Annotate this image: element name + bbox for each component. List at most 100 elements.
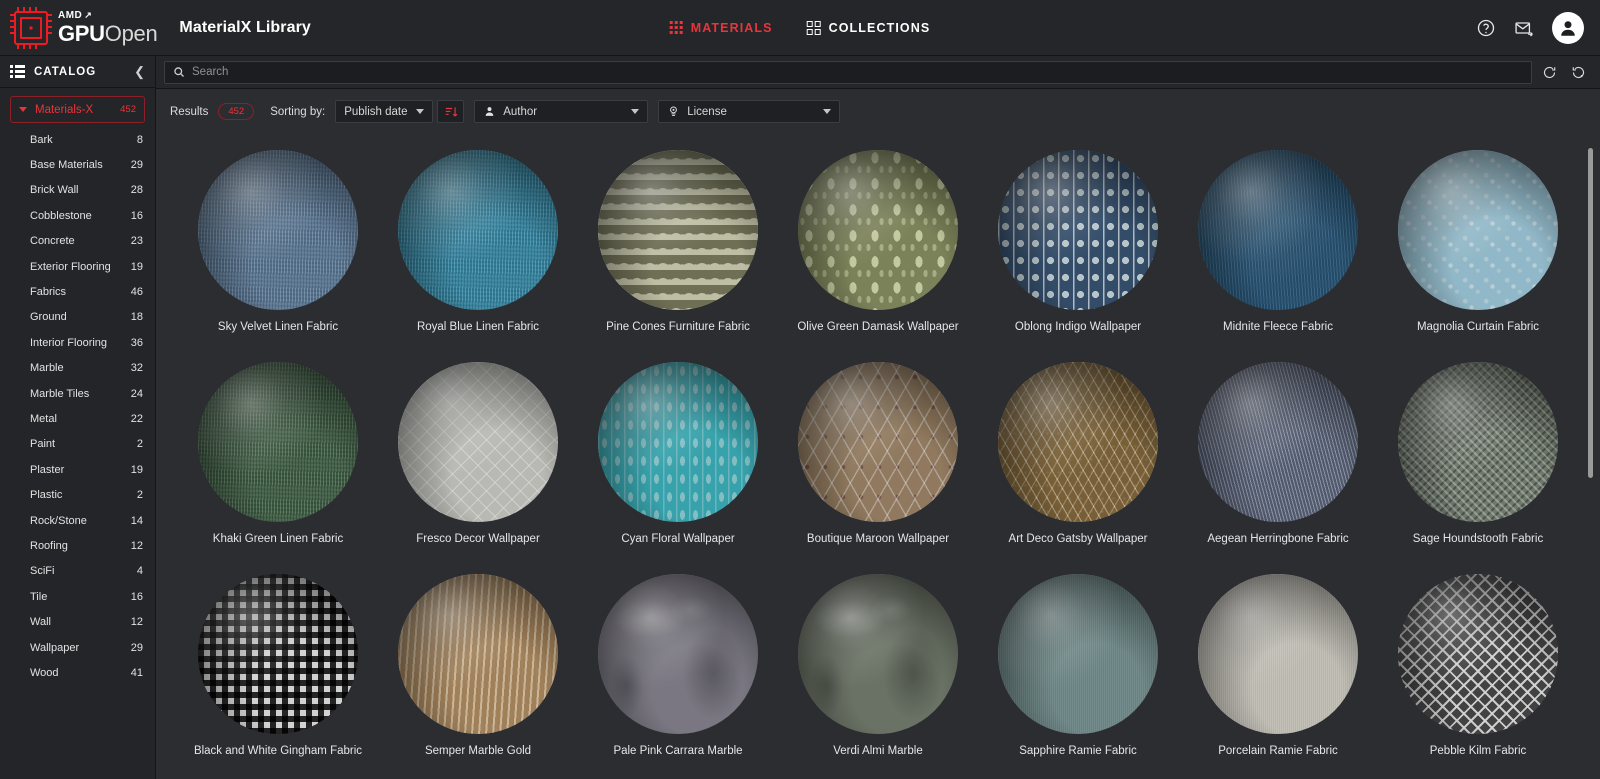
material-card[interactable]: Royal Blue Linen Fabric	[378, 142, 578, 354]
tab-collections[interactable]: COLLECTIONS	[806, 20, 931, 35]
material-card[interactable]: Sapphire Ramie Fabric	[978, 566, 1178, 778]
sidebar-item-count: 12	[130, 616, 143, 629]
material-sphere	[1398, 574, 1558, 734]
main-content: Search Results 452 Sorting by: Publish d…	[156, 56, 1600, 779]
sphere-shading	[198, 150, 358, 310]
body-region: CATALOG ❮ Materials-X 452 Bark 8 Base Mate…	[0, 56, 1600, 779]
material-card[interactable]: Sage Houndstooth Fabric	[1378, 354, 1578, 566]
material-thumbnail	[998, 362, 1158, 522]
license-filter-select[interactable]: License	[658, 100, 841, 123]
sphere-shading	[398, 362, 558, 522]
materials-grid: Sky Velvet Linen Fabric Royal Blue Linen …	[156, 134, 1600, 778]
material-thumbnail	[398, 574, 558, 734]
material-name: Khaki Green Linen Fabric	[212, 533, 344, 545]
material-card[interactable]: Oblong Indigo Wallpaper	[978, 142, 1178, 354]
material-thumbnail	[798, 150, 958, 310]
sidebar-item-roofing[interactable]: Roofing 12	[0, 533, 155, 558]
material-card[interactable]: Pine Cones Furniture Fabric	[578, 142, 778, 354]
material-name: Verdi Almi Marble	[833, 745, 923, 757]
collapse-sidebar-button[interactable]: ❮	[134, 65, 145, 78]
tab-materials[interactable]: MATERIALS	[669, 21, 773, 35]
sidebar-item-materials-x[interactable]: Materials-X 452	[10, 96, 145, 123]
material-card[interactable]: Olive Green Damask Wallpaper	[778, 142, 978, 354]
material-card[interactable]: Cyan Floral Wallpaper	[578, 354, 778, 566]
material-card[interactable]: Magnolia Curtain Fabric	[1378, 142, 1578, 354]
amd-chip-icon	[10, 6, 52, 49]
material-card[interactable]: Aegean Herringbone Fabric	[1178, 354, 1378, 566]
material-card[interactable]: Khaki Green Linen Fabric	[178, 354, 378, 566]
material-card[interactable]: Sky Velvet Linen Fabric	[178, 142, 378, 354]
help-icon[interactable]	[1476, 18, 1496, 38]
sidebar-item-plastic[interactable]: Plastic 2	[0, 482, 155, 507]
sort-field-select[interactable]: Publish date	[335, 100, 434, 123]
sidebar-item-base-materials[interactable]: Base Materials 29	[0, 152, 155, 177]
material-thumbnail	[598, 362, 758, 522]
vertical-scrollbar[interactable]	[1588, 148, 1593, 478]
sidebar-item-paint[interactable]: Paint 2	[0, 432, 155, 457]
material-card[interactable]: Midnite Fleece Fabric	[1178, 142, 1378, 354]
refresh-icon[interactable]	[1542, 65, 1557, 80]
material-sphere	[598, 362, 758, 522]
material-card[interactable]: Pale Pink Carrara Marble	[578, 566, 778, 778]
sidebar-item-marble[interactable]: Marble 32	[0, 356, 155, 381]
sidebar-item-rock-stone[interactable]: Rock/Stone 14	[0, 508, 155, 533]
sphere-shading	[998, 362, 1158, 522]
material-card[interactable]: Verdi Almi Marble	[778, 566, 978, 778]
sidebar-item-label: Exterior Flooring	[30, 260, 111, 273]
sidebar-item-metal[interactable]: Metal 22	[0, 406, 155, 431]
material-thumbnail	[398, 362, 558, 522]
material-thumbnail	[198, 574, 358, 734]
material-card[interactable]: Semper Marble Gold	[378, 566, 578, 778]
sidebar-item-wallpaper[interactable]: Wallpaper 29	[0, 635, 155, 660]
sidebar-item-concrete[interactable]: Concrete 23	[0, 229, 155, 254]
sphere-shading	[1398, 362, 1558, 522]
avatar[interactable]	[1552, 11, 1584, 44]
sidebar-item-label: Rock/Stone	[30, 514, 87, 527]
material-thumbnail	[198, 362, 358, 522]
material-thumbnail	[798, 574, 958, 734]
sidebar-item-scifi[interactable]: SciFi 4	[0, 559, 155, 584]
sidebar-item-tile[interactable]: Tile 16	[0, 584, 155, 609]
author-filter-select[interactable]: Author	[474, 100, 649, 123]
material-sphere	[798, 574, 958, 734]
reset-icon[interactable]	[1571, 65, 1586, 80]
chevron-down-icon	[823, 109, 832, 114]
sphere-shading	[198, 574, 358, 734]
sidebar-item-count: 19	[130, 463, 143, 476]
brand-logo[interactable]: AMD ↗ GPUOpen MaterialX Library	[0, 6, 311, 49]
material-sphere	[998, 150, 1158, 310]
sidebar-item-bark[interactable]: Bark 8	[0, 127, 155, 152]
mail-icon[interactable]	[1514, 18, 1534, 38]
results-count-badge: 452	[218, 103, 255, 120]
sidebar-item-count: 18	[130, 311, 143, 324]
material-card[interactable]: Art Deco Gatsby Wallpaper	[978, 354, 1178, 566]
catalog-list[interactable]: Materials-X 452 Bark 8 Base Materials 29 Bri…	[0, 88, 155, 779]
material-name: Olive Green Damask Wallpaper	[797, 321, 959, 333]
sidebar-item-cobblestone[interactable]: Cobblestone 16	[0, 203, 155, 228]
material-card[interactable]: Pebble Kilm Fabric	[1378, 566, 1578, 778]
sort-direction-button[interactable]	[437, 100, 465, 123]
sidebar-item-ground[interactable]: Ground 18	[0, 305, 155, 330]
sidebar-item-count: 36	[130, 336, 143, 349]
search-icon	[174, 67, 184, 77]
sidebar-item-wall[interactable]: Wall 12	[0, 609, 155, 634]
sidebar-item-count: 46	[130, 286, 143, 299]
material-card[interactable]: Boutique Maroon Wallpaper	[778, 354, 978, 566]
sidebar-item-brick-wall[interactable]: Brick Wall 28	[0, 178, 155, 203]
sidebar-item-exterior-flooring[interactable]: Exterior Flooring 19	[0, 254, 155, 279]
sidebar-item-label: Cobblestone	[30, 209, 92, 222]
sidebar-item-interior-flooring[interactable]: Interior Flooring 36	[0, 330, 155, 355]
sidebar-item-marble-tiles[interactable]: Marble Tiles 24	[0, 381, 155, 406]
sidebar-item-label: Concrete	[30, 235, 75, 248]
sidebar-item-label: Roofing	[30, 539, 68, 552]
sidebar-item-fabrics[interactable]: Fabrics 46	[0, 279, 155, 304]
material-card[interactable]: Fresco Decor Wallpaper	[378, 354, 578, 566]
search-input[interactable]: Search	[164, 60, 1532, 84]
material-name: Porcelain Ramie Fabric	[1218, 745, 1338, 757]
sidebar-root-label: Materials-X	[35, 103, 94, 116]
material-card[interactable]: Black and White Gingham Fabric	[178, 566, 378, 778]
sidebar-item-plaster[interactable]: Plaster 19	[0, 457, 155, 482]
material-thumbnail	[598, 150, 758, 310]
sidebar-item-wood[interactable]: Wood 41	[0, 660, 155, 685]
material-card[interactable]: Porcelain Ramie Fabric	[1178, 566, 1378, 778]
